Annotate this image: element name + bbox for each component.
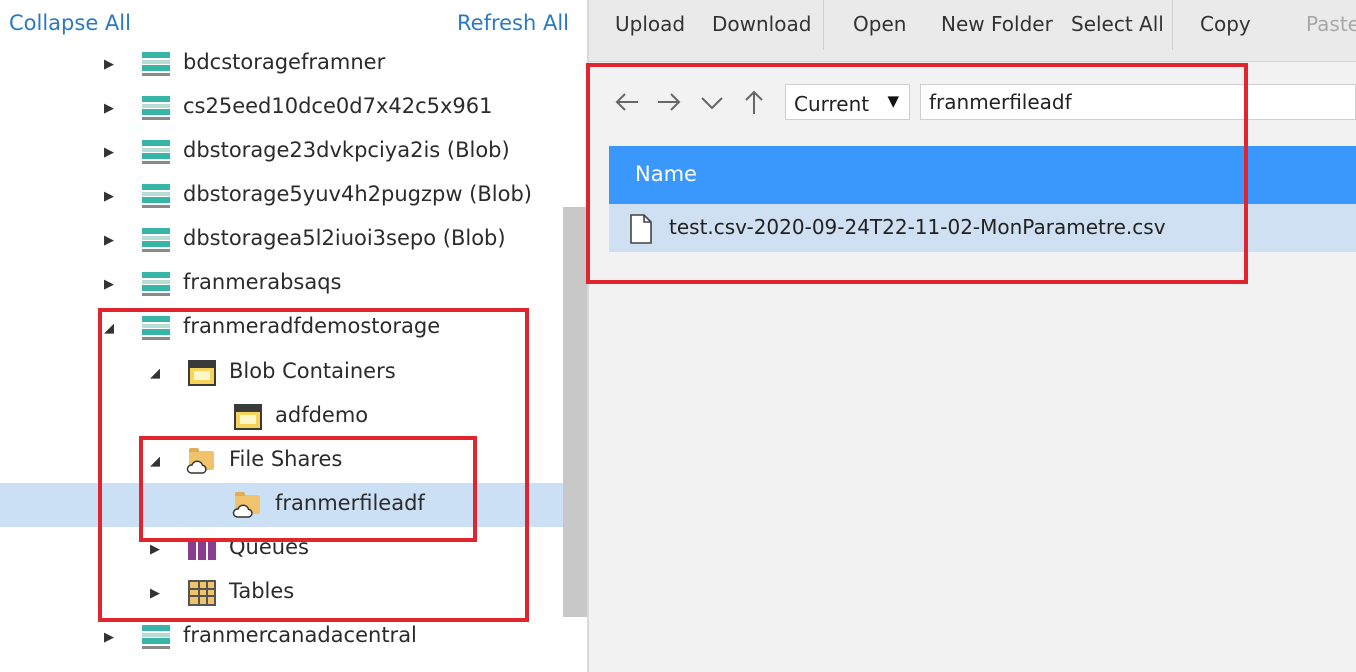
view-select[interactable]: Current ▼ — [785, 84, 910, 120]
tree-item-label: File Shares — [229, 447, 343, 471]
file-list-row[interactable]: test.csv-2020-09-24T22-11-02-MonParametr… — [609, 204, 1356, 252]
storage-account-icon — [142, 271, 170, 297]
expand-arrow-icon[interactable]: ▶ — [101, 142, 117, 162]
storage-account-icon — [142, 183, 170, 209]
expand-arrow-icon[interactable]: ▶ — [101, 274, 117, 294]
tree-item-label: franmerfileadf — [275, 491, 425, 515]
dropdown-caret-icon: ▼ — [887, 92, 899, 110]
new-folder-button[interactable]: New Folder — [941, 12, 1053, 36]
tree-item-file-shares[interactable]: ◢ File Shares — [0, 439, 563, 483]
tree-item-label: dbstorage23dvkpciya2is (Blob) — [183, 138, 510, 162]
expand-arrow-icon[interactable]: ▶ — [101, 627, 117, 647]
tree-item-franmerabsaqs[interactable]: ▶ franmerabsaqs — [0, 262, 563, 306]
editor-toolbar: Upload Download Open New Folder Select A… — [589, 0, 1356, 62]
expand-arrow-icon[interactable]: ▶ — [101, 186, 117, 206]
toolbar-divider — [823, 0, 824, 50]
tree-item-label: Blob Containers — [229, 359, 396, 383]
download-button[interactable]: Download — [712, 12, 811, 36]
collapse-arrow-icon[interactable]: ◢ — [147, 363, 163, 383]
paste-button[interactable]: Paste — [1306, 12, 1356, 36]
tree-scrollbar[interactable] — [563, 207, 587, 617]
storage-account-icon — [142, 227, 170, 253]
tree-item-label: Tables — [229, 579, 295, 603]
copy-button[interactable]: Copy — [1200, 12, 1251, 36]
tree-item-franmercanadacentral[interactable]: ▶ franmercanadacentral — [0, 615, 563, 659]
tree-item-label: dbstoragea5l2iuoi3sepo (Blob) — [183, 226, 506, 250]
view-select-value: Current — [794, 92, 870, 116]
open-button[interactable]: Open — [853, 12, 906, 36]
tree-item-tables[interactable]: ▶ Tables — [0, 571, 563, 615]
file-share-editor-pane: Upload Download Open New Folder Select A… — [586, 0, 1356, 672]
column-header-name[interactable]: Name — [635, 162, 697, 186]
file-share-icon — [186, 448, 216, 474]
storage-account-icon — [142, 95, 170, 121]
expand-arrow-icon[interactable]: ▶ — [101, 54, 117, 74]
storage-explorer-tree-pane: Collapse All Refresh All ▶ bdcstoragefra… — [0, 0, 587, 672]
collapse-all-link[interactable]: Collapse All — [9, 11, 131, 35]
tree-item-label: franmerabsaqs — [183, 270, 342, 294]
forward-arrow-icon[interactable] — [652, 86, 686, 118]
storage-account-icon — [142, 51, 170, 77]
collapse-arrow-icon[interactable]: ◢ — [101, 318, 117, 338]
expand-arrow-icon[interactable]: ▶ — [101, 230, 117, 250]
tree-item-label: franmercanadacentral — [183, 623, 417, 647]
select-all-button[interactable]: Select All — [1071, 12, 1164, 36]
back-arrow-icon[interactable] — [610, 86, 644, 118]
expand-arrow-icon[interactable]: ▶ — [147, 583, 163, 603]
tree-item-label: cs25eed10dce0d7x42c5x961 — [183, 94, 493, 118]
storage-account-icon — [142, 315, 170, 341]
tree-item-queues[interactable]: ▶ Queues — [0, 527, 563, 571]
tree-item-dbstorage5yuv4h2pugzpw[interactable]: ▶ dbstorage5yuv4h2pugzpw (Blob) — [0, 174, 563, 218]
expand-arrow-icon[interactable]: ▶ — [147, 539, 163, 559]
toolbar-divider — [1172, 0, 1173, 50]
upload-button[interactable]: Upload — [615, 12, 685, 36]
tree-item-dbstorage23dvkpciya2is[interactable]: ▶ dbstorage23dvkpciya2is (Blob) — [0, 130, 563, 174]
file-list-header: Name — [609, 146, 1356, 204]
storage-account-icon — [142, 624, 170, 650]
table-icon — [188, 580, 216, 606]
blob-container-icon — [234, 404, 262, 430]
tree-item-franmeradfdemostorage[interactable]: ◢ franmeradfdemostorage — [0, 306, 563, 350]
tree-item-franmerfileadf[interactable]: franmerfileadf — [0, 483, 563, 527]
collapse-arrow-icon[interactable]: ◢ — [147, 451, 163, 471]
recent-locations-chevron-icon[interactable] — [695, 86, 729, 118]
tree-item-blob-containers[interactable]: ◢ Blob Containers — [0, 351, 563, 395]
file-icon — [630, 214, 652, 244]
tree-item-cs25eed10dce0d7x42c5x961[interactable]: ▶ cs25eed10dce0d7x42c5x961 — [0, 86, 563, 130]
path-input[interactable] — [920, 84, 1356, 120]
up-arrow-icon[interactable] — [737, 86, 771, 118]
expand-arrow-icon[interactable]: ▶ — [101, 98, 117, 118]
storage-account-icon — [142, 139, 170, 165]
tree-item-label: dbstorage5yuv4h2pugzpw (Blob) — [183, 182, 532, 206]
tree-item-label: bdcstorageframner — [183, 50, 386, 74]
refresh-all-link[interactable]: Refresh All — [457, 11, 569, 35]
tree-item-label: Queues — [229, 535, 309, 559]
tree-item-dbstoragea5l2iuoi3sepo[interactable]: ▶ dbstoragea5l2iuoi3sepo (Blob) — [0, 218, 563, 262]
queue-icon — [188, 536, 216, 562]
tree-item-bdcstorageframner[interactable]: ▶ bdcstorageframner — [0, 42, 563, 86]
file-name: test.csv-2020-09-24T22-11-02-MonParametr… — [669, 215, 1166, 239]
tree-item-label: franmeradfdemostorage — [183, 314, 441, 338]
tree-item-label: adfdemo — [275, 403, 369, 427]
tree-item-adfdemo[interactable]: adfdemo — [0, 395, 563, 439]
blob-container-icon — [188, 360, 216, 386]
file-share-icon — [232, 492, 262, 518]
